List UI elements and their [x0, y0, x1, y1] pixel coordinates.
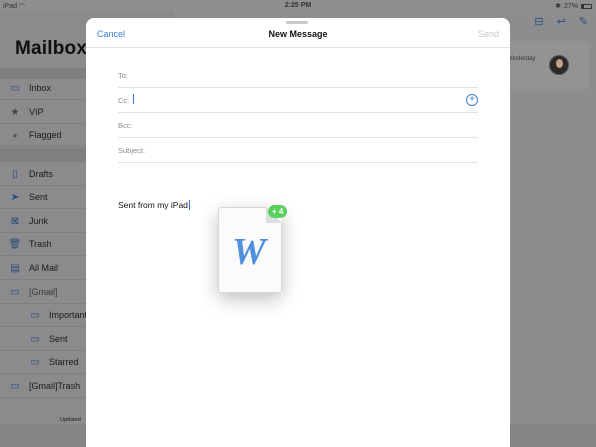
plus-circle-icon[interactable]: + — [466, 94, 478, 106]
avatar — [549, 55, 569, 75]
to-label: To: — [118, 71, 129, 80]
compose-icon[interactable]: ✎ — [579, 15, 588, 28]
send-button[interactable]: Send — [478, 29, 499, 39]
battery-percent: 27% — [563, 2, 578, 10]
text-caret — [188, 200, 190, 210]
bcc-label: Bcc: — [118, 121, 133, 130]
subject-label: Subject: — [118, 146, 146, 155]
nav-divider — [86, 47, 510, 48]
word-document-icon: W — [218, 207, 282, 293]
bluetooth-icon: ✱ — [555, 3, 561, 10]
battery-icon — [581, 3, 592, 9]
cc-field[interactable]: Cc: + — [118, 88, 478, 113]
star-icon: ★ — [10, 106, 20, 118]
dragged-document[interactable]: W — [218, 207, 282, 293]
to-field[interactable]: To: — [118, 63, 478, 88]
cc-label: Cc: — [118, 96, 130, 105]
paper-plane-icon: ➤ — [10, 191, 20, 203]
subject-field[interactable]: Subject: — [118, 138, 478, 163]
folder-icon: ▭ — [30, 309, 40, 321]
updated-status: Updated — [60, 417, 81, 423]
archive-icon: ▤ — [10, 262, 20, 274]
status-right: ✱ 27% — [555, 2, 592, 10]
trash-icon: 🗑 — [8, 238, 22, 250]
message-toolbar: ⊟ ↩ ✎ — [534, 15, 588, 28]
status-bar: iPad ◠ 2:25 PM ✱ 27% — [0, 0, 596, 11]
message-body[interactable]: Sent from my iPad — [118, 200, 190, 210]
body-text: Sent from my iPad — [118, 200, 188, 210]
document-icon: ▯ — [12, 168, 18, 180]
folder-icon: ▭ — [10, 380, 20, 392]
compose-sheet: Cancel New Message Send To: Cc: + Bcc: S… — [86, 18, 510, 447]
folder-icon: ▭ — [30, 356, 40, 368]
message-date: Yesterday — [509, 56, 536, 62]
flag-dot-icon: ● — [12, 130, 18, 140]
compose-title: New Message — [268, 29, 328, 39]
folder-icon: ▭ — [10, 286, 20, 298]
folder-icon: ▭ — [30, 333, 40, 345]
inbox-icon: ▭ — [10, 82, 20, 94]
status-time: 2:25 PM — [284, 2, 312, 9]
sheet-grabber[interactable] — [286, 21, 308, 24]
archive-icon[interactable]: ⊟ — [534, 15, 543, 28]
reply-icon[interactable]: ↩ — [557, 15, 566, 28]
junk-icon: ⊠ — [10, 215, 20, 227]
drag-count-badge: + 4 — [268, 205, 288, 218]
bcc-field[interactable]: Bcc: — [118, 113, 478, 138]
word-letter: W — [232, 231, 266, 273]
text-caret — [133, 94, 134, 104]
